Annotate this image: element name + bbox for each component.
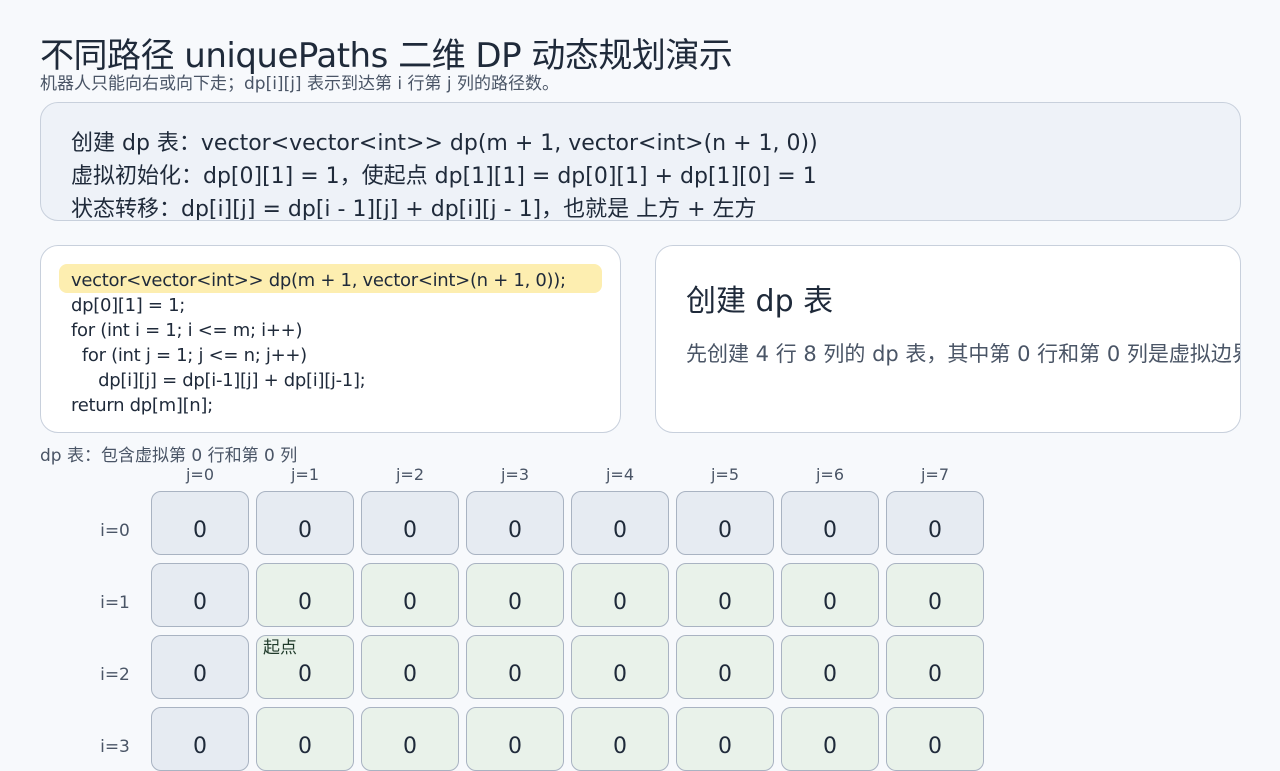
dp-cell-3-5: 0 [676,707,774,771]
info-line-create: 创建 dp 表：vector<vector<int>> dp(m + 1, ve… [71,131,818,156]
code-line-init: dp[0][1] = 1; [71,295,185,316]
info-line-transition: 状态转移：dp[i][j] = dp[i - 1][j] + dp[i][j -… [71,197,757,221]
dp-cell-value: 0 [193,662,207,687]
col-header-0: j=0 [185,465,215,484]
row-header-0: i=0 [100,521,130,541]
col-header-6: j=6 [815,465,845,484]
dp-cell-3-7: 0 [886,707,984,771]
dp-cell-2-2: 0 [361,635,459,699]
dp-cell-2-5: 0 [676,635,774,699]
start-label: 起点 [263,638,297,658]
dp-cell-value: 0 [193,590,207,615]
dp-cell-value: 0 [403,518,417,543]
dp-cell-3-1: 0 [256,707,354,771]
dp-cell-value: 0 [508,518,522,543]
dp-cell-2-4: 0 [571,635,669,699]
dp-cell-value: 0 [193,518,207,543]
dp-cell-value: 0 [403,734,417,759]
dp-cell-2-0: 0 [151,635,249,699]
explanation-panel: 创建 dp 表 先创建 4 行 8 列的 dp 表，其中第 0 行和第 0 列是… [655,245,1241,433]
dp-cell-value: 0 [298,518,312,543]
col-header-5: j=5 [710,465,740,484]
dp-cell-2-7: 0 [886,635,984,699]
page-subtitle: 机器人只能向右或向下走；dp[i][j] 表示到达第 i 行第 j 列的路径数。 [40,74,560,94]
col-header-1: j=1 [290,465,320,484]
dp-cell-2-3: 0 [466,635,564,699]
dp-cell-1-6: 0 [781,563,879,627]
code-line-inner-loop: for (int j = 1; j <= n; j++) [71,345,307,366]
code-line-transition: dp[i][j] = dp[i-1][j] + dp[i][j-1]; [71,370,366,391]
dp-cell-value: 0 [508,590,522,615]
dp-cell-value: 0 [928,518,942,543]
dp-cell-value: 0 [718,590,732,615]
dp-cell-3-2: 0 [361,707,459,771]
dp-cell-value: 0 [928,590,942,615]
dp-cell-0-7: 0 [886,491,984,555]
dp-cell-0-4: 0 [571,491,669,555]
info-line-init: 虚拟初始化：dp[0][1] = 1，使起点 dp[1][1] = dp[0][… [71,164,817,189]
dp-cell-value: 0 [613,662,627,687]
dp-cell-1-4: 0 [571,563,669,627]
dp-cell-value: 0 [823,518,837,543]
step-description: 先创建 4 行 8 列的 dp 表，其中第 0 行和第 0 列是虚拟边界。 [686,342,1241,366]
col-header-7: j=7 [920,465,950,484]
dp-cell-value: 0 [298,590,312,615]
dp-cell-3-3: 0 [466,707,564,771]
dp-cell-0-3: 0 [466,491,564,555]
dp-cell-value: 0 [718,662,732,687]
dp-cell-3-6: 0 [781,707,879,771]
dp-cell-0-5: 0 [676,491,774,555]
dp-cell-value: 0 [193,734,207,759]
step-title: 创建 dp 表 [686,284,834,319]
dp-cell-value: 0 [928,662,942,687]
dp-cell-0-6: 0 [781,491,879,555]
dp-table-caption: dp 表：包含虚拟第 0 行和第 0 列 [40,446,298,466]
dp-cell-value: 0 [823,662,837,687]
dp-cell-value: 0 [928,734,942,759]
dp-cell-1-5: 0 [676,563,774,627]
row-header-1: i=1 [100,593,130,613]
dp-cell-value: 0 [718,734,732,759]
dp-cell-value: 0 [613,734,627,759]
dp-cell-2-6: 0 [781,635,879,699]
dp-cell-value: 0 [403,590,417,615]
info-panel: 创建 dp 表：vector<vector<int>> dp(m + 1, ve… [40,102,1241,221]
dp-cell-1-3: 0 [466,563,564,627]
dp-cell-value: 0 [298,734,312,759]
dp-cell-0-1: 0 [256,491,354,555]
dp-cell-1-1: 0 [256,563,354,627]
col-header-4: j=4 [605,465,635,484]
dp-cell-1-2: 0 [361,563,459,627]
code-line-outer-loop: for (int i = 1; i <= m; i++) [71,320,303,341]
dp-cell-value: 0 [403,662,417,687]
dp-cell-1-0: 0 [151,563,249,627]
dp-cell-1-7: 0 [886,563,984,627]
dp-cell-value: 0 [718,518,732,543]
code-line-return: return dp[m][n]; [71,395,213,416]
col-header-3: j=3 [500,465,530,484]
row-header-2: i=2 [100,665,130,685]
dp-cell-0-2: 0 [361,491,459,555]
dp-cell-0-0: 0 [151,491,249,555]
row-header-3: i=3 [100,737,130,757]
dp-cell-value: 0 [823,590,837,615]
dp-cell-value: 0 [508,734,522,759]
dp-cell-value: 0 [298,662,312,687]
dp-cell-value: 0 [508,662,522,687]
col-header-2: j=2 [395,465,425,484]
dp-cell-2-1: 0 起点 [256,635,354,699]
dp-cell-3-4: 0 [571,707,669,771]
dp-cell-value: 0 [823,734,837,759]
dp-cell-value: 0 [613,518,627,543]
dp-cell-3-0: 0 [151,707,249,771]
dp-cell-value: 0 [613,590,627,615]
code-line-create-dp: vector<vector<int>> dp(m + 1, vector<int… [59,264,602,293]
code-panel: vector<vector<int>> dp(m + 1, vector<int… [40,245,621,433]
